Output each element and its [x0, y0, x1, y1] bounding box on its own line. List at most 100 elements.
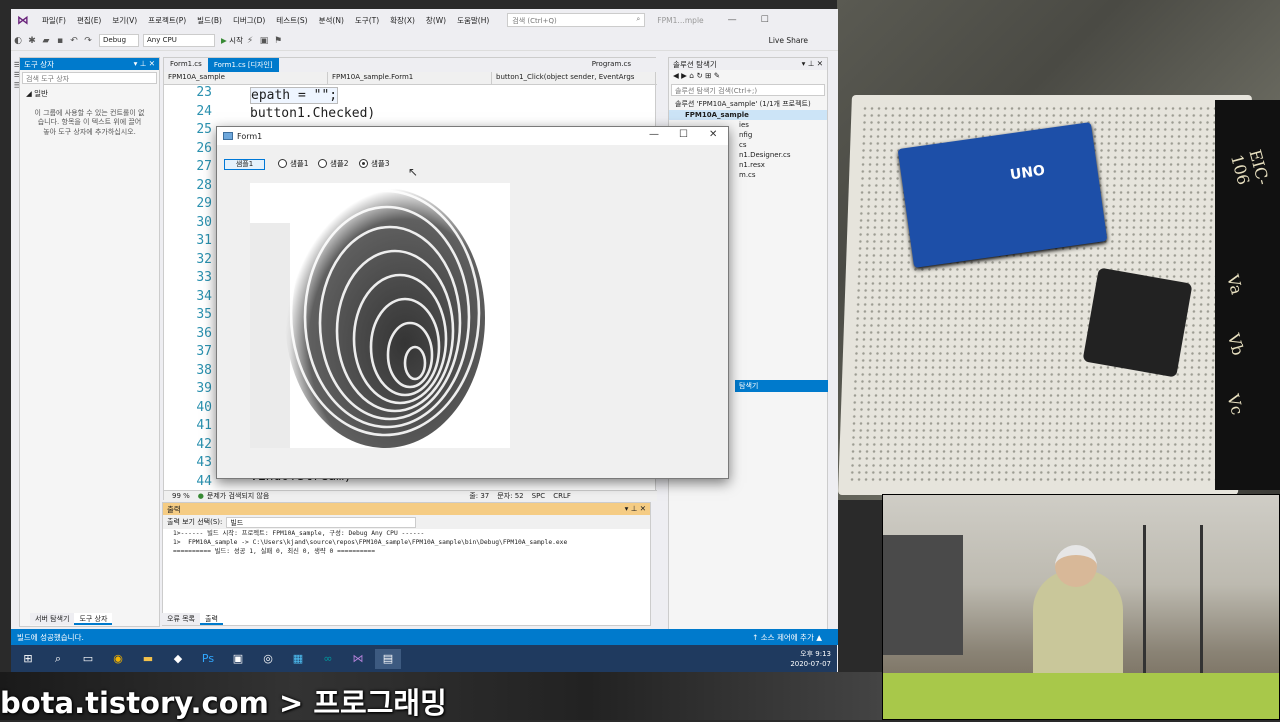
app-icon[interactable]: ▦	[285, 649, 311, 669]
radio-sample1[interactable]: 샘플1	[278, 158, 309, 169]
line-number: 31	[196, 233, 212, 248]
pin-icon[interactable]: ▾ ⊥ ✕	[134, 59, 155, 69]
line-number: 37	[196, 344, 212, 359]
tab-program-cs[interactable]: Program.cs	[586, 58, 637, 72]
project-nav[interactable]: FPM10A_sample	[164, 72, 328, 84]
radio-sample3[interactable]: 샘플3	[359, 158, 390, 169]
menu-project[interactable]: 프로젝트(P)	[148, 15, 186, 26]
arduino-icon[interactable]: ∞	[315, 649, 341, 669]
menu-file[interactable]: 파일(F)	[42, 15, 66, 26]
liveshare-button[interactable]: Live Share	[769, 36, 808, 45]
app-icon[interactable]: ◆	[165, 649, 191, 669]
radio-sample2[interactable]: 샘플2	[318, 158, 349, 169]
save-icon[interactable]: ▪	[53, 36, 67, 46]
left-bottom-tabs: 서버 탐색기 도구 상자	[30, 613, 171, 625]
menu-view[interactable]: 보기(V)	[112, 15, 137, 26]
form-app-icon[interactable]: ▤	[375, 648, 401, 669]
output-source-label: 출력 보기 선택(S):	[167, 518, 223, 526]
source-control-button[interactable]: ↑ 소스 제어에 추가 ▲	[752, 632, 822, 643]
task-view-icon[interactable]: ▭	[75, 649, 101, 669]
config-select[interactable]: Debug	[99, 34, 139, 47]
new-project-icon[interactable]: ✱	[25, 36, 39, 46]
code-line: button1.Checked)	[250, 106, 376, 121]
toolbox-header: 도구 상자 ▾ ⊥ ✕	[20, 58, 159, 70]
line-number: 42	[196, 436, 212, 452]
radio-label: 샘플2	[330, 159, 349, 168]
line-number: 34	[196, 288, 212, 304]
back-icon[interactable]: ◐	[11, 36, 25, 46]
menu-analyze[interactable]: 분석(N)	[319, 15, 344, 26]
photoshop-icon[interactable]: Ps	[195, 649, 221, 669]
line-number: 25	[196, 122, 212, 137]
line-number: 26	[196, 140, 212, 156]
toolbox-title: 도구 상자	[24, 60, 54, 69]
solution-node[interactable]: 솔루션 'FPM10A_sample' (1/1개 프로젝트)	[669, 98, 827, 110]
maximize-icon[interactable]: ☐	[761, 15, 769, 25]
platform-select[interactable]: Any CPU	[143, 34, 215, 47]
pin-icon[interactable]: ▾ ⊥ ✕	[802, 59, 823, 69]
chrome-icon[interactable]: ◉	[105, 649, 131, 669]
menu-test[interactable]: 테스트(S)	[276, 15, 307, 26]
output-header: 출력 ▾ ⊥ ✕	[163, 503, 650, 515]
search-icon: ⌕	[636, 15, 641, 23]
member-nav[interactable]: button1_Click(object sender, EventArgs	[492, 72, 656, 84]
tab-server-explorer[interactable]: 서버 탐색기	[30, 613, 75, 625]
windows-start-icon[interactable]: ⊞	[15, 649, 41, 669]
bookmark-icon[interactable]: ⚑	[271, 36, 285, 46]
menu-help[interactable]: 도움말(H)	[457, 15, 489, 26]
tab-error-list[interactable]: 오류 목록	[162, 613, 200, 625]
toolbar-tool-icon[interactable]: ▣	[257, 36, 271, 46]
radio-label: 샘플3	[371, 159, 390, 168]
solution-title: 솔루션 탐색기	[673, 60, 717, 69]
project-node[interactable]: FPM10A_sample	[669, 110, 827, 120]
toolbox-search[interactable]: 검색 도구 상자	[22, 72, 157, 84]
tab-form1-design[interactable]: Form1.cs [디자인]	[207, 58, 279, 72]
menu-tools[interactable]: 도구(T)	[355, 15, 379, 26]
home-icon[interactable]: ◀ ▶ ⌂ ↻ ⊞ ✎	[673, 71, 720, 81]
redo-icon[interactable]: ↷	[81, 36, 95, 46]
open-icon[interactable]: ▰	[39, 36, 53, 46]
line-number: 40	[196, 399, 212, 415]
solution-explorer-tab[interactable]: 탐색기	[735, 380, 828, 392]
line-number: 33	[196, 270, 212, 285]
class-nav[interactable]: FPM10A_sample.Form1	[328, 72, 492, 84]
issues-label[interactable]: 문제가 검색되지 않음	[207, 491, 269, 501]
file-explorer-icon[interactable]: ▬	[135, 649, 161, 669]
col-indicator: 문자: 52	[497, 492, 524, 500]
menu-edit[interactable]: 편집(E)	[77, 15, 101, 26]
line-number: 39	[196, 381, 212, 396]
menu-extensions[interactable]: 확장(X)	[390, 15, 415, 26]
menu-build[interactable]: 빌드(B)	[197, 15, 222, 26]
mouse-cursor-icon: ↖	[408, 165, 419, 179]
visual-studio-icon[interactable]: ⋈	[345, 649, 371, 669]
form1-title: Form1	[237, 131, 263, 141]
close-icon[interactable]: ✕	[709, 129, 717, 140]
device-label: EIC-106	[1227, 147, 1273, 187]
output-source-select[interactable]: 빌드	[226, 516, 417, 528]
search-input[interactable]: 검색 (Ctrl+Q) ⌕	[507, 13, 646, 27]
close-icon[interactable]: ▾ ⊥ ✕	[625, 504, 646, 514]
search-icon[interactable]: ⌕	[45, 649, 71, 669]
tab-form1-cs[interactable]: Form1.cs	[164, 58, 208, 72]
undo-icon[interactable]: ↶	[67, 36, 81, 46]
media-icon[interactable]: ▣	[225, 649, 251, 669]
device-label-vc: Vc	[1223, 392, 1248, 417]
form-icon	[223, 132, 233, 140]
start-button[interactable]: ▶ 시작	[221, 35, 243, 46]
play-icon: ▶	[221, 36, 227, 45]
zoom-level[interactable]: 99 %	[172, 492, 190, 500]
solution-search[interactable]: 솔루션 탐색기 검색(Ctrl+;)	[671, 84, 825, 96]
hot-reload-icon[interactable]: ⚡	[243, 36, 257, 46]
clock[interactable]: 오후 9:13 2020-07-07	[790, 649, 831, 669]
minimize-icon[interactable]: —	[649, 129, 659, 140]
sample-button[interactable]: 샘플1	[224, 159, 265, 170]
menu-window[interactable]: 창(W)	[426, 15, 446, 26]
maximize-icon[interactable]: ☐	[679, 129, 688, 140]
tab-output[interactable]: 출력	[200, 613, 223, 625]
obs-icon[interactable]: ◎	[255, 649, 281, 669]
toolbox-group-general[interactable]: ◢ 일반	[20, 86, 159, 101]
output-title: 출력	[167, 505, 181, 514]
minimize-icon[interactable]: —	[728, 15, 737, 25]
tab-toolbox[interactable]: 도구 상자	[74, 613, 113, 625]
menu-debug[interactable]: 디버그(D)	[233, 15, 265, 26]
